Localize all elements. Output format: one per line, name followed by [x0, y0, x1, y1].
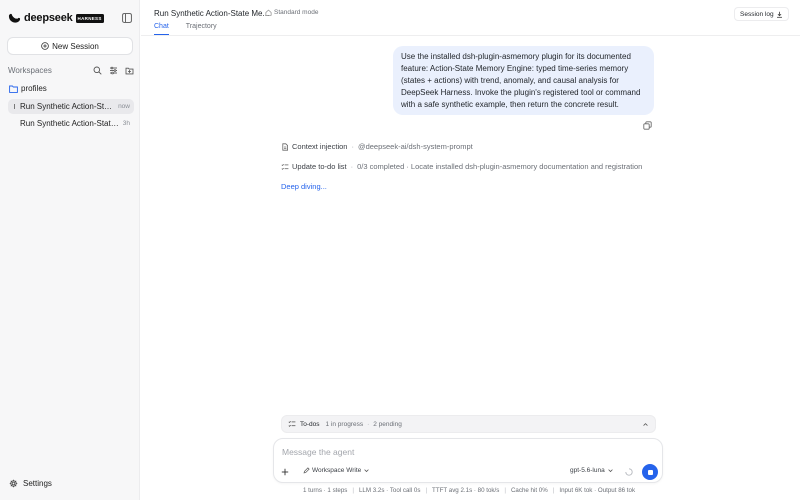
sidebar-toggle-icon[interactable]	[122, 13, 132, 23]
todos-panel[interactable]: To-dos 1 in progress · 2 pending	[281, 415, 656, 433]
step-detail: 0/3 completed · Locate installed dsh-plu…	[357, 162, 643, 171]
copy-icon[interactable]	[643, 121, 652, 130]
status-latency: LLM 3.2s · Tool call 0s	[358, 487, 421, 494]
workspace-mode-label: Workspace Write	[312, 467, 362, 474]
user-message: Use the installed dsh-plugin-asmemory pl…	[393, 46, 654, 115]
list-check-icon	[281, 163, 289, 170]
gear-icon	[9, 479, 18, 488]
status-turns: 1 turns · 1 steps	[303, 487, 348, 494]
home-icon	[265, 9, 272, 16]
stop-button[interactable]	[642, 464, 658, 480]
status-throughput: TTFT avg 2.1s · 80 tok/s	[432, 487, 500, 494]
model-label: gpt-5.6-luna	[570, 467, 605, 474]
session-title: Run Synthetic Action-State Memory Engine	[20, 119, 120, 128]
list-check-icon	[288, 421, 296, 427]
pencil-icon	[303, 467, 310, 474]
session-item[interactable]: Run Synthetic Action-State Memory Engine…	[8, 116, 134, 131]
search-icon[interactable]	[93, 66, 102, 75]
workspace-mode-select[interactable]: Workspace Write	[303, 467, 370, 474]
status-divider: |	[352, 487, 354, 494]
todos-in-progress: 1 in progress	[325, 420, 364, 428]
brand-badge: HARNESS	[75, 13, 104, 23]
status-cache: Cache hit 0%	[510, 487, 548, 494]
tab-chat[interactable]: Chat	[154, 23, 169, 35]
plus-circle-icon	[41, 42, 49, 50]
model-select[interactable]: gpt-5.6-luna	[570, 467, 614, 474]
status-divider: |	[425, 487, 428, 494]
folder-profiles[interactable]: profiles	[9, 84, 47, 93]
brand-logo[interactable]: deepseek HARNESS	[8, 11, 104, 25]
step-separator: ·	[351, 142, 354, 151]
session-log-label: Session log	[740, 10, 774, 18]
page-title: Run Synthetic Action-State Me...	[154, 9, 270, 18]
composer: Workspace Write gpt-5.6-luna	[273, 438, 663, 483]
settings-label: Settings	[23, 479, 52, 488]
top-bar: Run Synthetic Action-State Me... Standar…	[141, 0, 800, 36]
status-bar: 1 turns · 1 steps | LLM 3.2s · Tool call…	[303, 487, 635, 494]
status-divider: |	[552, 487, 555, 494]
step-separator: ·	[350, 162, 354, 171]
chevron-down-icon	[607, 469, 613, 473]
chevron-down-icon	[364, 469, 369, 473]
chevron-up-icon[interactable]	[642, 421, 649, 428]
new-folder-icon[interactable]	[125, 66, 134, 75]
new-session-button[interactable]: New Session	[7, 37, 133, 55]
sidebar: deepseek HARNESS New Session Workspaces	[0, 0, 140, 500]
folder-label: profiles	[21, 84, 47, 93]
status-tokens: Input 6K tok · Output 86 tok	[559, 487, 636, 494]
mode-indicator[interactable]: Standard mode	[265, 9, 318, 16]
step-name: Update to-do list	[292, 162, 347, 171]
step-update-todo[interactable]: Update to-do list · 0/3 completed · Loca…	[281, 162, 642, 171]
settings-button[interactable]: Settings	[9, 479, 52, 488]
download-icon	[776, 11, 782, 18]
thinking-status: Deep diving...	[281, 182, 327, 191]
session-log-button[interactable]: Session log	[734, 7, 789, 21]
whale-icon	[8, 13, 21, 23]
workspaces-title: Workspaces	[8, 65, 52, 75]
tab-trajectory[interactable]: Trajectory	[186, 23, 217, 35]
message-input[interactable]	[282, 446, 652, 458]
loading-spinner-icon	[625, 468, 633, 476]
folder-icon	[9, 85, 18, 93]
filter-icon[interactable]	[109, 66, 118, 75]
status-divider: |	[504, 487, 506, 494]
session-time: now	[118, 103, 130, 110]
session-title: Run Synthetic Action-State Memory Engine	[20, 102, 116, 111]
step-context-injection[interactable]: Context injection · @deepseek-ai/dsh-sys…	[281, 142, 473, 151]
marker-placeholder	[14, 121, 15, 126]
todos-separator: ·	[367, 420, 370, 428]
brand-name: deepseek	[24, 12, 73, 24]
session-time: 3h	[122, 120, 130, 127]
view-tabs: Chat Trajectory	[154, 23, 234, 35]
todos-pending: 2 pending	[373, 420, 402, 428]
todos-label: To-dos	[300, 420, 320, 428]
step-detail: @deepseek-ai/dsh-system-prompt	[357, 142, 473, 151]
active-marker	[14, 104, 15, 109]
plus-icon[interactable]	[281, 468, 289, 476]
step-name: Context injection	[292, 142, 348, 151]
stop-icon	[647, 469, 653, 475]
new-session-label: New Session	[52, 41, 99, 51]
mode-label: Standard mode	[274, 9, 319, 16]
workspaces-header: Workspaces	[8, 65, 134, 75]
session-item[interactable]: Run Synthetic Action-State Memory Engine…	[8, 99, 134, 114]
document-icon	[282, 142, 288, 151]
